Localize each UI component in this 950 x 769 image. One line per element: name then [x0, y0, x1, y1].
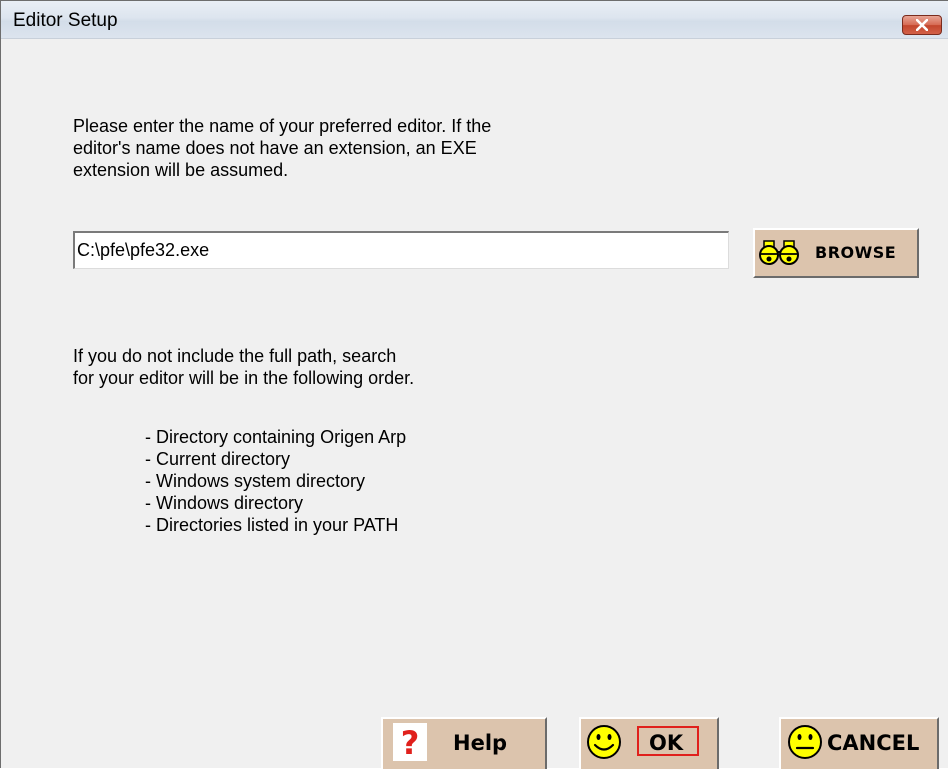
browse-label: BROWSE [815, 243, 897, 262]
close-button[interactable] [902, 15, 942, 35]
editor-setup-dialog: Editor Setup Please enter the name of yo… [0, 0, 948, 769]
ok-label: OK [637, 726, 699, 756]
smiley-icon [586, 724, 622, 765]
intro-text: Please enter the name of your preferred … [73, 115, 613, 181]
binoculars-icon [758, 240, 802, 271]
cancel-label: CANCEL [827, 731, 920, 755]
intro-line: editor's name does not have an extension… [73, 138, 477, 158]
help-label: Help [453, 731, 508, 755]
question-mark-icon: ? [393, 723, 427, 766]
list-item: - Windows directory [145, 493, 304, 513]
search-note-line: for your editor will be in the following… [73, 368, 415, 388]
intro-line: Please enter the name of your preferred … [73, 116, 492, 136]
editor-path-input[interactable] [73, 231, 729, 269]
list-item: - Directories listed in your PATH [145, 515, 399, 535]
list-item: - Windows system directory [145, 471, 366, 491]
ok-button[interactable]: OK [579, 717, 719, 769]
list-item: - Current directory [145, 449, 291, 469]
intro-line: extension will be assumed. [73, 160, 289, 180]
browse-button[interactable]: BROWSE [753, 228, 919, 278]
list-item: - Directory containing Origen Arp [145, 427, 407, 447]
search-note-line: If you do not include the full path, sea… [73, 346, 397, 366]
search-order-list: - Directory containing Origen Arp - Curr… [145, 426, 406, 536]
svg-text:?: ? [401, 724, 420, 761]
search-order-note: If you do not include the full path, sea… [73, 345, 593, 389]
neutral-face-icon [787, 724, 823, 765]
cancel-button[interactable]: CANCEL [779, 717, 939, 769]
help-button[interactable]: ? Help [381, 717, 547, 769]
window-title: Editor Setup [13, 10, 118, 31]
close-icon [916, 19, 928, 31]
title-bar: Editor Setup [1, 1, 948, 39]
